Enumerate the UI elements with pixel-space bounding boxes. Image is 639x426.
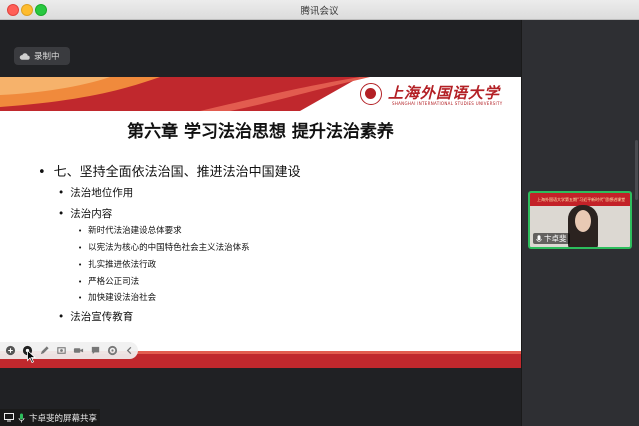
bullet-text: 法治内容 [70, 208, 113, 220]
bullet-text: 严格公正司法 [88, 277, 140, 287]
cloud-record-icon [19, 52, 30, 60]
mic-icon [536, 234, 542, 242]
collapse-icon[interactable] [123, 344, 136, 357]
bullet-level3: • 新时代法治建设总体要求 [78, 226, 182, 236]
window-titlebar: 腾讯会议 [0, 0, 639, 20]
bullet-level1: • 七、坚持全面依法治国、推进法治中国建设 [38, 165, 301, 180]
bullet-level3: • 扎实推进依法行政 [78, 260, 157, 270]
video-icon[interactable] [72, 344, 85, 357]
settings-icon[interactable] [106, 344, 119, 357]
annotation-toolbar [0, 342, 138, 359]
bullet-text: 法治宣传教育 [70, 311, 134, 323]
bullet-level2: • 法治地位作用 [58, 187, 134, 199]
participant-name: 卞卓斐 [544, 234, 567, 243]
bullet-level2: • 法治宣传教育 [58, 311, 134, 323]
screenshot-icon[interactable] [55, 344, 68, 357]
bullet-text: 扎实推进依法行政 [88, 260, 157, 270]
university-logo-english: SHANGHAI INTERNATIONAL STUDIES UNIVERSIT… [392, 101, 503, 106]
participant-video-tile[interactable]: 上海外国语大学第五期“习近平新时代”思想进课堂 卞卓斐 [528, 191, 632, 249]
presentation-slide: 上海外国语大学 SHANGHAI INTERNATIONAL STUDIES U… [0, 77, 521, 368]
participant-face [575, 210, 591, 232]
bullet-level3: • 以宪法为核心的中国特色社会主义法治体系 [78, 243, 250, 253]
bullet-level3: • 加快建设法治社会 [78, 293, 157, 303]
screen-share-icon [4, 413, 14, 422]
recording-label: 录制中 [34, 52, 60, 62]
bullet-text: 加快建设法治社会 [88, 293, 157, 303]
mic-icon [18, 413, 25, 422]
panel-scrollbar[interactable] [635, 140, 638, 200]
comment-icon[interactable] [89, 344, 102, 357]
recording-badge[interactable]: 录制中 [14, 47, 70, 65]
participant-name-tag: 卞卓斐 [533, 233, 570, 244]
bullet-level3: • 严格公正司法 [78, 277, 140, 287]
screen-share-label: 卞卓斐的屏幕共享 [29, 413, 98, 424]
window-title: 腾讯会议 [300, 6, 339, 17]
bullet-level2: • 法治内容 [58, 208, 113, 220]
bullet-text: 法治地位作用 [70, 187, 134, 199]
bullet-text: 以宪法为核心的中国特色社会主义法治体系 [88, 243, 250, 253]
slide-title: 第六章 学习法治思想 提升法治素养 [127, 122, 394, 142]
university-logo-text: 上海外国语大学 [388, 84, 501, 102]
mouse-cursor-icon [27, 350, 36, 363]
screen-share-status-bar: 卞卓斐的屏幕共享 [0, 409, 100, 426]
bullet-text: 七、坚持全面依法治国、推进法治中国建设 [53, 165, 301, 180]
pen-icon[interactable] [38, 344, 51, 357]
add-icon[interactable] [4, 344, 17, 357]
university-seal-icon [360, 83, 382, 105]
bullet-text: 新时代法治建设总体要求 [88, 226, 182, 236]
